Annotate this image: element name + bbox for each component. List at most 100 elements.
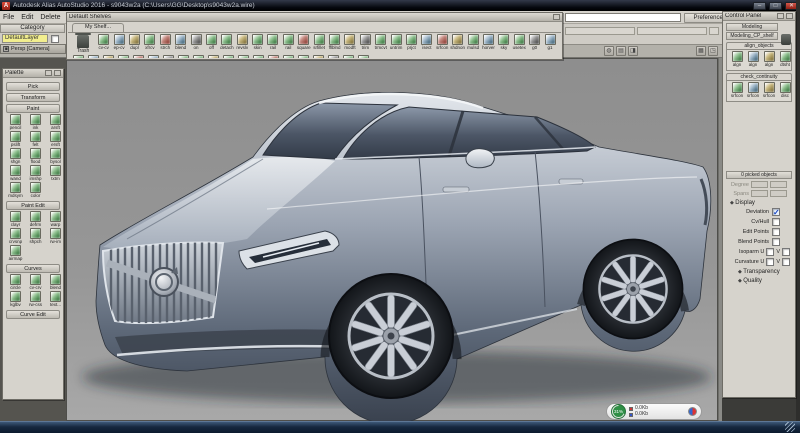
shelf-tool[interactable] (296, 55, 311, 58)
palette-tool[interactable]: rw-css (26, 291, 45, 308)
shelf-tool[interactable] (311, 55, 326, 58)
grid-toggle-icon[interactable]: ▦ (696, 46, 706, 56)
palette-tool[interactable]: kglbv (6, 291, 25, 308)
shelf-tool[interactable] (101, 55, 116, 58)
palette-section-pick[interactable]: Pick (6, 82, 60, 91)
shelf-tool[interactable] (341, 55, 356, 58)
picked-objects-dropdown[interactable]: 0 picked objects (726, 171, 792, 179)
shelf-tool[interactable]: srfillet (311, 34, 326, 51)
uv-checkbox-v[interactable] (782, 248, 790, 256)
menu-edit[interactable]: Edit (21, 14, 33, 21)
shelf-tool[interactable] (236, 55, 251, 58)
shelf-tool[interactable]: xfrcv (142, 34, 157, 51)
shelf-tool[interactable]: mulsd (465, 34, 480, 51)
shelf-tool[interactable] (116, 55, 131, 58)
zoom-box-icon[interactable]: ◨ (628, 46, 638, 56)
cp-tool[interactable]: algn (761, 51, 777, 68)
display-extra-quality[interactable]: Quality (724, 276, 794, 285)
palette-tool[interactable]: shgn (6, 148, 25, 165)
palette-menu-icon[interactable] (54, 70, 61, 76)
uv-checkbox-v[interactable] (782, 258, 790, 266)
palette-collapse-icon[interactable] (45, 70, 52, 76)
palette-tool[interactable]: blend (46, 274, 62, 291)
control-panel-minimize-icon[interactable] (777, 13, 784, 19)
display-extra-transparency[interactable]: Transparency (724, 267, 794, 276)
palette-tool[interactable]: text... (46, 291, 62, 308)
shelf-tool[interactable]: usetex (512, 34, 527, 51)
cp-tool[interactable]: algn (729, 51, 745, 68)
shelf-tool[interactable]: dupl (127, 34, 142, 51)
uv-checkbox-u[interactable] (766, 258, 774, 266)
shelf-tool[interactable]: ep-cv (111, 34, 126, 51)
palette-tool[interactable]: flood (26, 148, 45, 165)
cp-tool[interactable]: srfcon (745, 82, 761, 99)
shelf-tool[interactable]: revslv (235, 34, 250, 51)
palette-section-transform[interactable]: Transform (6, 93, 60, 102)
palette-tool[interactable]: wand (6, 165, 25, 182)
palette-section-paint-edit[interactable]: Paint Edit (6, 201, 60, 210)
cp-shelf-dropdown[interactable]: Modeling_CP_shelf (726, 32, 778, 40)
shelf-tool[interactable] (251, 55, 266, 58)
shade-toggle-icon[interactable]: ▤ (616, 46, 626, 56)
cp-field-input[interactable] (751, 190, 768, 197)
palette-tool[interactable]: shpch (26, 228, 45, 245)
shelf-tool[interactable]: trim (358, 34, 373, 51)
palette-tool[interactable]: ink (26, 114, 45, 131)
shelf-tool[interactable] (71, 55, 86, 58)
shelf-tool[interactable]: shdnon (450, 34, 465, 51)
lightbulb-icon[interactable]: ◍ (604, 46, 614, 56)
shelf-tool[interactable] (326, 55, 341, 58)
palette-tool[interactable]: clayr (6, 211, 25, 228)
shelf-tool[interactable] (131, 55, 146, 58)
persp-view-titlebar[interactable]: ▣ Persp [Camera] (0, 44, 66, 54)
shelf-tool[interactable]: square (296, 34, 311, 51)
palette-tool[interactable]: mdsym (6, 182, 25, 199)
shelf-tool[interactable]: blend (173, 34, 188, 51)
cp-field-input[interactable] (751, 181, 768, 188)
checkbox-edit-points[interactable] (772, 228, 780, 236)
shelf-tool[interactable]: sky (496, 34, 511, 51)
palette-tool[interactable]: pslift (6, 131, 25, 148)
shelf-tool[interactable]: on (188, 34, 203, 51)
shelf-tool[interactable] (176, 55, 191, 58)
cp-tool[interactable]: dtsht (777, 51, 793, 68)
palette-tool[interactable]: cv-crv (26, 274, 45, 291)
checkbox-cv-hull[interactable] (772, 218, 780, 226)
palette-section-curves[interactable]: Curves (6, 264, 60, 273)
shelf-tool[interactable]: fflblnd (327, 34, 342, 51)
cp-trash-icon[interactable] (781, 34, 791, 45)
cp-field-input[interactable] (770, 181, 787, 188)
shelf-tool[interactable]: rail (281, 34, 296, 51)
shelf-tool[interactable]: isect (419, 34, 434, 51)
checkbox-deviation[interactable] (772, 208, 780, 216)
perspective-viewport[interactable] (66, 58, 718, 421)
palette-titlebar[interactable]: Palette (3, 69, 63, 78)
palette-tool[interactable]: pencil (6, 114, 25, 131)
shelf-tool[interactable] (281, 55, 296, 58)
shelf-tool[interactable] (206, 55, 221, 58)
memory-monitor-widget[interactable]: 31% 0.0Kb0.0Kb (606, 403, 702, 420)
shelf-tool[interactable]: srfcon (435, 34, 450, 51)
shelf-tool[interactable]: g1 (542, 34, 557, 51)
palette-tool[interactable]: imshp (26, 165, 45, 182)
shelf-tool[interactable]: g0 (527, 34, 542, 51)
shelf-tool[interactable]: prjct (404, 34, 419, 51)
cp-tool[interactable]: algn (745, 51, 761, 68)
palette-tool[interactable]: txtm (46, 165, 62, 182)
palette-tool[interactable]: bysol (46, 148, 62, 165)
shelf-tool[interactable]: strch (158, 34, 173, 51)
shelf-tool[interactable]: cv-cv (96, 34, 111, 51)
shelf-tool[interactable] (356, 55, 371, 58)
uv-checkbox-u[interactable] (766, 248, 774, 256)
palette-section-curve-edit[interactable]: Curve Edit (6, 310, 60, 319)
tab-my-shelf[interactable]: My Shelf... (72, 23, 124, 32)
palette-tool[interactable]: defrm (26, 211, 45, 228)
menu-file[interactable]: File (3, 14, 14, 21)
palette-tool[interactable]: arsft (46, 114, 62, 131)
palette-tool[interactable]: warp (46, 211, 62, 228)
shelf-tool[interactable]: detach (219, 34, 234, 51)
palette-tool[interactable]: ersft (46, 131, 62, 148)
shelf-tool[interactable] (146, 55, 161, 58)
shelves-titlebar[interactable]: Default Shelves (67, 13, 562, 22)
shelf-tool[interactable] (221, 55, 236, 58)
